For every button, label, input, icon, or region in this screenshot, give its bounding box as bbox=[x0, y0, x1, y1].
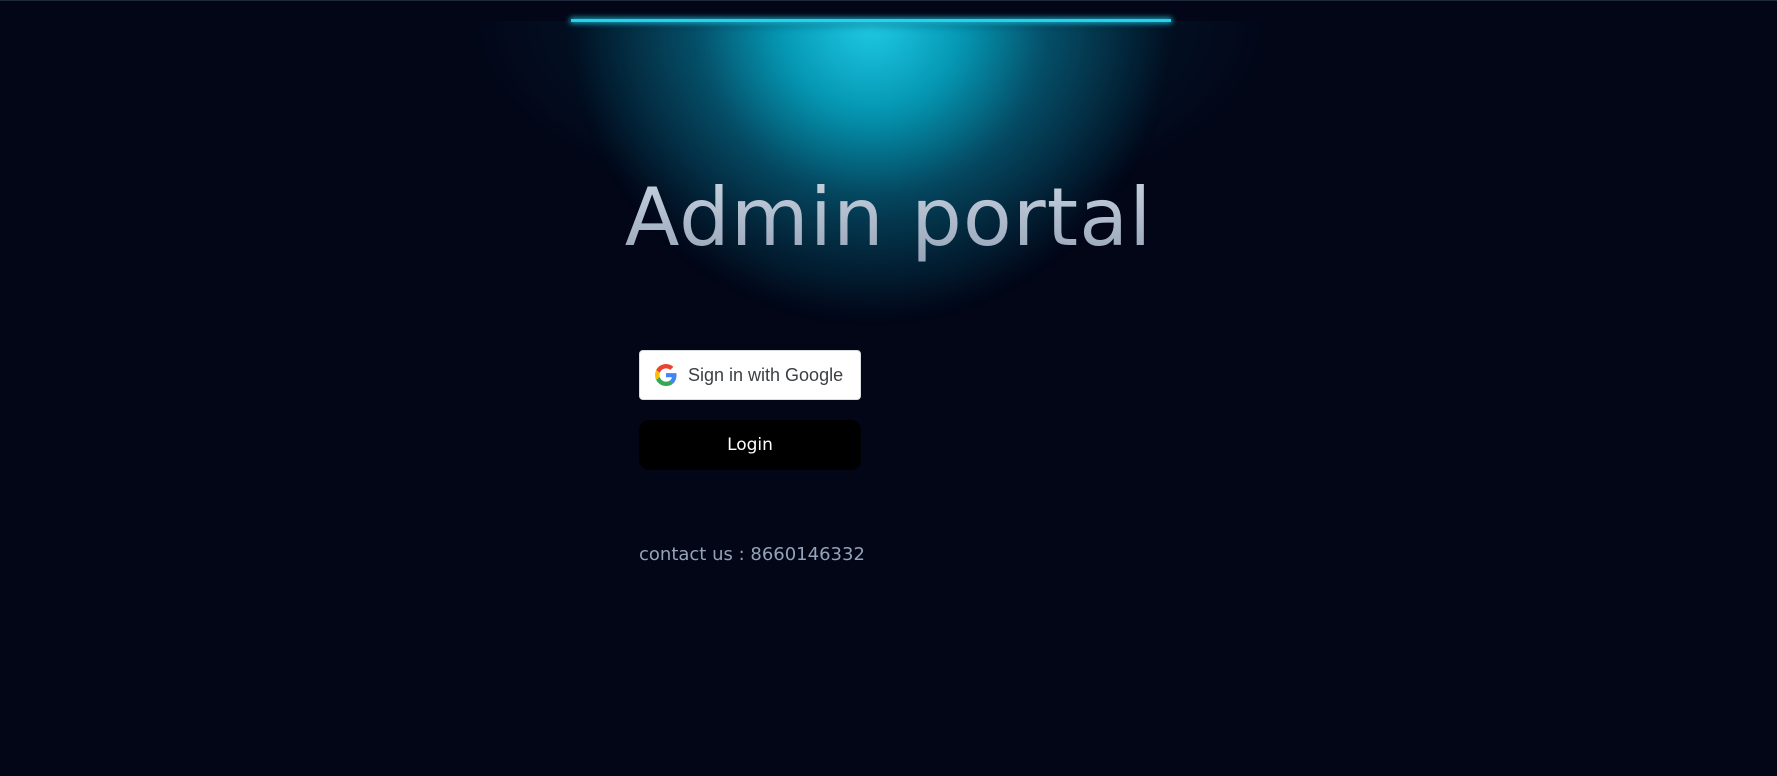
lamp-light-bar bbox=[571, 19, 1171, 22]
contact-info: contact us : 8660146332 bbox=[639, 544, 865, 565]
google-sign-in-button[interactable]: Sign in with Google bbox=[639, 350, 861, 400]
google-sign-in-label: Sign in with Google bbox=[688, 364, 844, 385]
page-title: Admin portal bbox=[0, 171, 1777, 264]
login-button[interactable]: Login bbox=[639, 420, 861, 470]
login-page: Admin portal Sign in with Google Login c… bbox=[0, 0, 1777, 776]
google-logo-icon bbox=[655, 364, 677, 386]
